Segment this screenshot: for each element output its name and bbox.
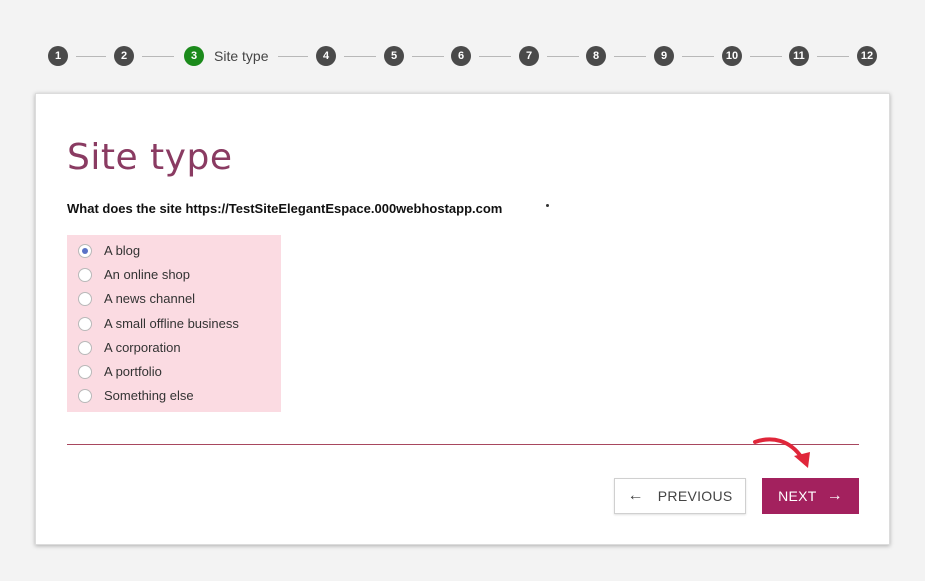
- step-connector: [142, 56, 174, 57]
- stray-dot: [546, 204, 549, 207]
- page-title: Site type: [67, 137, 233, 178]
- footer-divider: [67, 444, 859, 445]
- arrow-left-icon: ←: [627, 487, 644, 504]
- step-connector: [547, 56, 579, 57]
- step-connector: [412, 56, 444, 57]
- next-button[interactable]: NEXT →: [762, 478, 859, 514]
- previous-button[interactable]: ← PREVIOUS: [614, 478, 746, 514]
- option-label: An online shop: [104, 267, 191, 283]
- radio-unselected-icon[interactable]: [78, 316, 92, 331]
- step-connector: [278, 56, 308, 57]
- radio-unselected-icon[interactable]: [78, 340, 92, 355]
- radio-unselected-icon[interactable]: [78, 365, 92, 380]
- site-type-card: Site type What does the site https://Tes…: [35, 93, 890, 545]
- option-label: A corporation: [104, 339, 181, 355]
- option-a-corporation[interactable]: A corporation: [67, 336, 281, 360]
- option-a-blog[interactable]: A blog: [67, 239, 281, 263]
- step-5-indicator: 5: [384, 46, 404, 66]
- option-label: A blog: [104, 243, 141, 259]
- step-4-indicator: 4: [316, 46, 336, 66]
- option-label: Something else: [104, 388, 194, 404]
- step-12-indicator: 12: [857, 46, 877, 66]
- previous-button-label: PREVIOUS: [657, 488, 733, 504]
- option-an-online-shop[interactable]: An online shop: [67, 263, 281, 287]
- step-8-indicator: 8: [586, 46, 606, 66]
- step-3-indicator: 3: [184, 46, 204, 66]
- step-connector: [682, 56, 714, 57]
- step-2-indicator: 2: [114, 46, 134, 66]
- next-button-label: NEXT: [778, 488, 817, 504]
- radio-selected-icon[interactable]: [78, 244, 92, 259]
- step-7-indicator: 7: [519, 46, 539, 66]
- option-a-news-channel[interactable]: A news channel: [67, 287, 281, 311]
- site-type-options: A blog An online shop A news channel A s…: [67, 235, 281, 412]
- step-connector: [76, 56, 106, 57]
- arrow-right-icon: →: [826, 487, 843, 504]
- step-9-indicator: 9: [654, 46, 674, 66]
- option-label: A small offline business: [104, 315, 239, 331]
- step-6-indicator: 6: [451, 46, 471, 66]
- radio-unselected-icon[interactable]: [78, 268, 92, 283]
- step-connector: [817, 56, 849, 57]
- step-connector: [479, 56, 511, 57]
- step-11-indicator: 11: [789, 46, 809, 66]
- option-label: A news channel: [104, 291, 196, 307]
- step-connector: [750, 56, 782, 57]
- option-a-portfolio[interactable]: A portfolio: [67, 360, 281, 384]
- red-curved-arrow-icon: [753, 437, 810, 468]
- option-something-else[interactable]: Something else: [67, 384, 281, 408]
- step-connector: [614, 56, 646, 57]
- option-label: A portfolio: [104, 364, 162, 380]
- option-a-small-offline-business[interactable]: A small offline business: [67, 312, 281, 336]
- radio-unselected-icon[interactable]: [78, 292, 92, 307]
- step-connector: [344, 56, 376, 57]
- active-step-title: Site type: [214, 48, 269, 64]
- radio-unselected-icon[interactable]: [78, 389, 92, 404]
- step-10-indicator: 10: [722, 46, 742, 66]
- step-1-indicator: 1: [48, 46, 68, 66]
- site-type-question: What does the site https://TestSiteElega…: [67, 201, 503, 216]
